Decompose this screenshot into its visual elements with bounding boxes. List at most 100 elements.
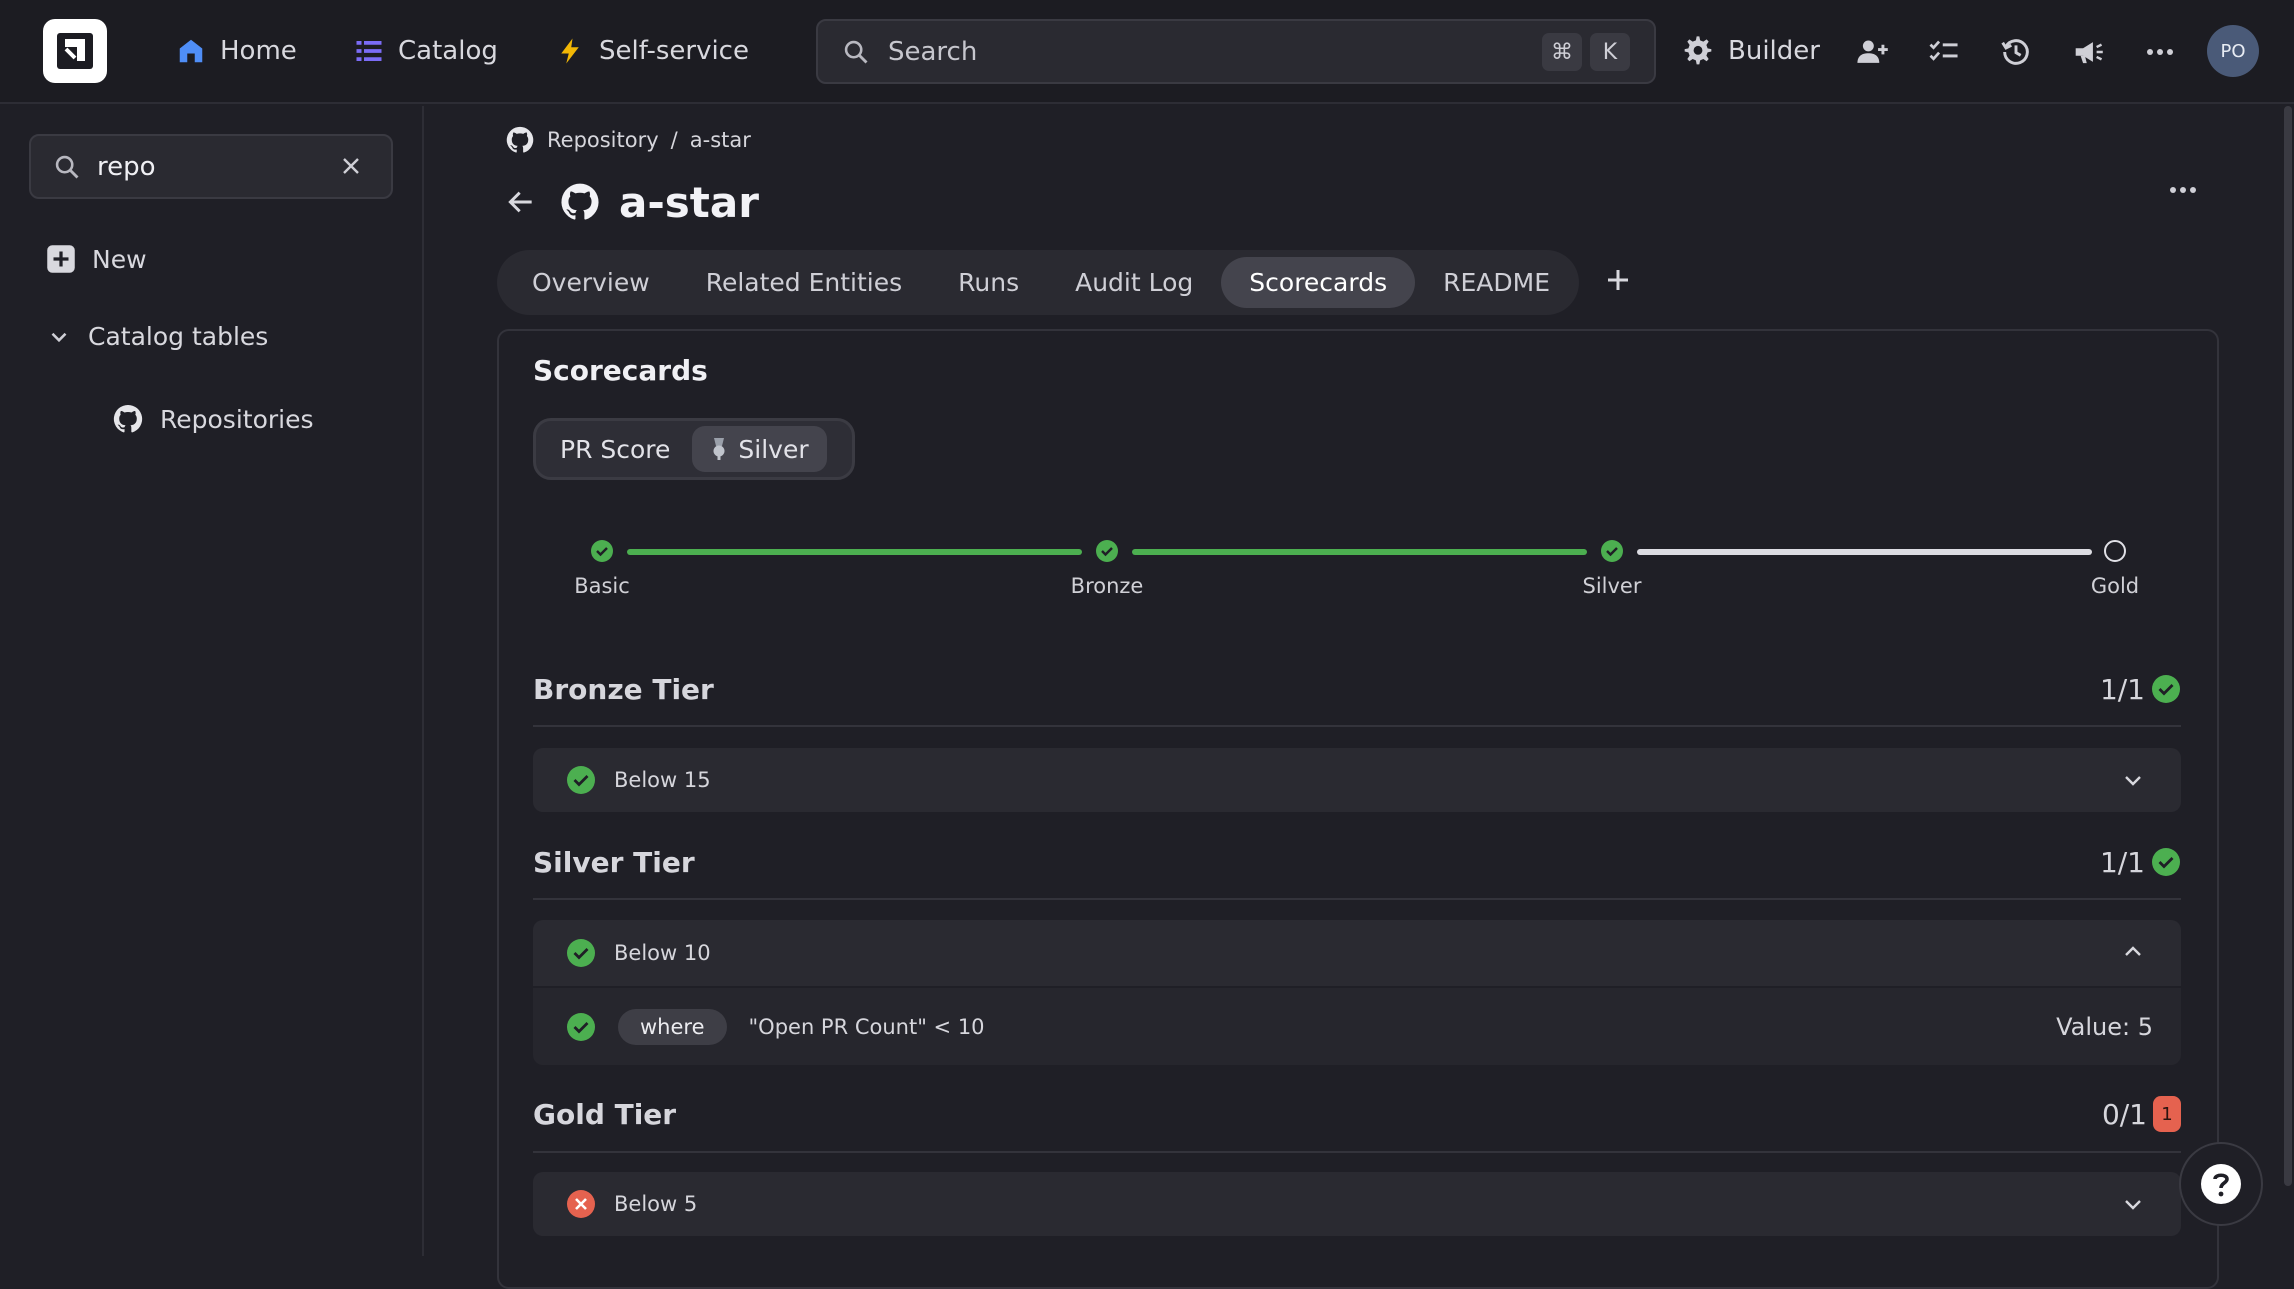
tasks-button[interactable] [1922, 30, 1966, 74]
progress-label-silver: Silver [1582, 574, 1642, 598]
tab-runs[interactable]: Runs [930, 257, 1047, 308]
nav-home[interactable]: Home [176, 28, 297, 74]
github-icon [506, 126, 534, 153]
sidebar-item-repositories[interactable]: Repositories [112, 403, 314, 435]
sidebar-item-label: Repositories [160, 404, 314, 434]
history-button[interactable] [1994, 30, 2038, 74]
condition-value: Value: 5 [2056, 1012, 2153, 1041]
nav-self-service-label: Self-service [599, 36, 749, 66]
tier-score-text: 0/1 [2101, 1097, 2147, 1131]
invite-user-button[interactable] [1850, 30, 1894, 74]
add-square-icon [47, 245, 75, 273]
nav-catalog[interactable]: Catalog [354, 28, 498, 74]
rule-below-10[interactable]: Below 10 [533, 920, 2181, 986]
tier-score-text: 1/1 [2099, 672, 2145, 706]
tier-divider [533, 1151, 2181, 1153]
lightning-icon [561, 38, 579, 64]
tier-header-bronze: Bronze Tier 1/1 [533, 664, 2181, 714]
entity-more-icon[interactable] [2168, 186, 2198, 194]
shortcut-cmd-key: ⌘ [1542, 33, 1582, 71]
megaphone-icon [2075, 42, 2103, 64]
progress-node-silver [1601, 540, 1623, 562]
progress-label-bronze: Bronze [1070, 574, 1144, 598]
entity-tabs: Overview Related Entities Runs Audit Log… [497, 250, 1579, 315]
tier-score: 1/1 [2100, 846, 2181, 879]
app-logo[interactable] [43, 19, 107, 83]
error-circle-icon [567, 1190, 595, 1218]
nav-self-service[interactable]: Self-service [555, 28, 749, 74]
breadcrumb-parent-link[interactable]: Repository [547, 128, 659, 152]
scorecard-level-silver[interactable]: Silver [692, 426, 827, 472]
scorecard-selector: PR Score Silver [533, 418, 855, 480]
tier-header-silver: Silver Tier 1/1 [533, 837, 2181, 887]
check-circle-icon [567, 1012, 595, 1041]
tab-related-entities[interactable]: Related Entities [678, 257, 930, 308]
chevron-down-icon [2125, 776, 2141, 786]
builder-button[interactable]: Builder [1682, 28, 1820, 74]
search-icon [55, 155, 79, 178]
github-icon [561, 183, 599, 220]
rule-name: Below 10 [614, 941, 711, 965]
chevron-down-icon [2125, 1200, 2141, 1210]
search-placeholder: Search [888, 36, 978, 67]
sidebar-section-catalog-tables[interactable]: Catalog tables [46, 322, 268, 351]
port-logo-icon [57, 33, 93, 69]
add-user-icon [1857, 40, 1888, 63]
progress-segment-silver-gold [1637, 549, 2092, 555]
scorecard-level-label: Silver [738, 434, 809, 464]
sidebar-new-label: New [92, 244, 147, 274]
check-icon [1606, 547, 1618, 557]
check-circle-icon [567, 939, 595, 967]
history-icon [2001, 39, 2029, 65]
rule-name: Below 5 [614, 1192, 698, 1216]
top-navigation-bar: Home Catalog Self-service Search ⌘ K Bui… [0, 0, 2294, 104]
tier-header-gold: Gold Tier 0/1 1 [533, 1089, 2181, 1139]
rule-below-5[interactable]: Below 5 [533, 1172, 2181, 1236]
gear-icon [1684, 36, 1712, 65]
tier-score: 0/1 1 [2102, 1096, 2181, 1132]
check-icon [596, 547, 608, 557]
breadcrumb: Repository / a-star [505, 124, 751, 156]
github-icon [113, 404, 143, 433]
announcements-button[interactable] [2066, 30, 2110, 74]
chevron-down-icon [51, 332, 67, 342]
checklist-icon [1929, 40, 1958, 61]
tab-readme[interactable]: README [1415, 257, 1578, 308]
failed-count-badge: 1 [2153, 1096, 2181, 1132]
rule-below-15[interactable]: Below 15 [533, 748, 2181, 812]
tier-name: Gold Tier [533, 1097, 677, 1131]
page-scrollbar[interactable] [2284, 106, 2292, 1186]
sidebar-search-input[interactable]: repo [29, 134, 393, 199]
sidebar-new-button[interactable]: New [46, 244, 147, 274]
more-menu-button[interactable] [2138, 30, 2182, 74]
user-avatar[interactable]: PO [2207, 25, 2259, 77]
global-search[interactable]: Search ⌘ K [816, 19, 1656, 84]
progress-node-basic [591, 540, 613, 562]
help-icon [2201, 1164, 2241, 1204]
progress-label-gold: Gold [2090, 574, 2140, 598]
medal-icon [713, 438, 725, 460]
tier-name: Bronze Tier [533, 672, 714, 706]
clear-icon[interactable] [339, 154, 363, 178]
nav-home-label: Home [220, 36, 297, 66]
progress-label-basic: Basic [574, 574, 630, 598]
tab-scorecards[interactable]: Scorecards [1221, 257, 1416, 308]
add-tab-icon[interactable] [1603, 265, 1633, 295]
tier-divider [533, 898, 2181, 900]
nav-catalog-label: Catalog [398, 36, 498, 66]
tier-score: 1/1 [2100, 673, 2181, 706]
tab-audit-log[interactable]: Audit Log [1047, 257, 1221, 308]
sidebar-search-value: repo [97, 151, 156, 182]
back-arrow-icon[interactable] [505, 186, 537, 218]
check-circle-icon [567, 766, 595, 794]
check-circle-icon [2152, 675, 2180, 703]
check-icon [1101, 547, 1113, 557]
breadcrumb-separator: / [670, 128, 678, 152]
tab-overview[interactable]: Overview [504, 257, 678, 308]
scorecard-pr-score[interactable]: PR Score [542, 426, 688, 472]
level-progress: Basic Bronze Silver Gold [560, 540, 2160, 610]
scorecards-title: Scorecards [533, 354, 708, 387]
help-button[interactable] [2179, 1142, 2263, 1226]
page-header: a-star [505, 172, 759, 232]
list-icon [356, 41, 382, 61]
